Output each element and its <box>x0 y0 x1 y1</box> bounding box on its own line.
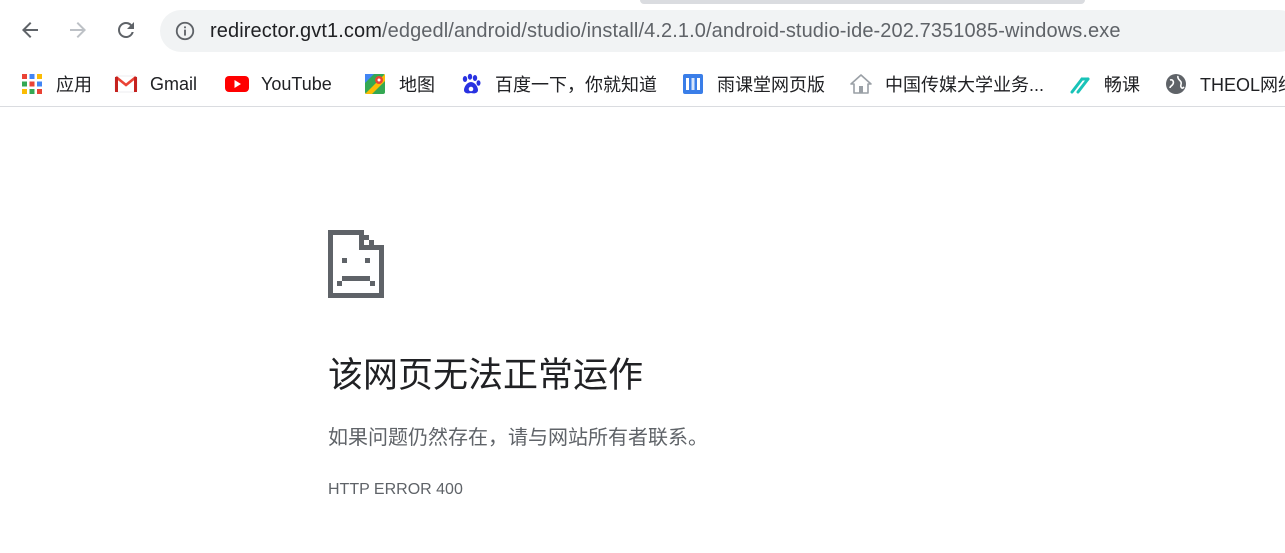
bookmark-yuketang[interactable]: 雨课堂网页版 <box>681 68 825 100</box>
bookmark-gmail[interactable]: Gmail <box>114 68 197 100</box>
error-title: 该网页无法正常运作 <box>328 356 644 395</box>
bookmark-changke[interactable]: 畅课 <box>1068 68 1140 100</box>
error-message: 如果问题仍然存在，请与网站所有者联系。 <box>328 427 708 449</box>
baidu-icon <box>459 72 483 96</box>
bookmark-baidu[interactable]: 百度一下，你就知道 <box>459 68 657 100</box>
url-path: /edgedl/android/studio/install/4.2.1.0/a… <box>381 20 1121 42</box>
address-bar[interactable]: redirector.gvt1.com/edgedl/android/studi… <box>160 10 1285 52</box>
url-text[interactable]: redirector.gvt1.com/edgedl/android/studi… <box>210 20 1121 42</box>
reload-icon <box>118 22 134 38</box>
gmail-icon <box>114 72 138 96</box>
error-code: HTTP ERROR 400 <box>328 481 463 498</box>
bookmark-cuc[interactable]: 中国传媒大学业务... <box>849 68 1044 100</box>
bookmark-label: 中国传媒大学业务... <box>885 75 1045 95</box>
apps-grid-icon <box>20 72 44 96</box>
changke-icon <box>1068 72 1092 96</box>
house-icon <box>849 72 873 96</box>
bookmark-label: 百度一下，你就知道 <box>495 75 657 95</box>
youtube-icon <box>225 72 249 96</box>
bookmark-maps[interactable]: 地图 <box>363 68 435 100</box>
bookmark-apps[interactable]: 应用 <box>20 68 92 100</box>
bookmark-label: Gmail <box>150 73 198 94</box>
info-icon[interactable] <box>174 20 196 42</box>
bookmark-theol[interactable]: THEOL网络 <box>1164 68 1285 100</box>
browser-toolbar: redirector.gvt1.com/edgedl/android/studi… <box>0 0 1285 62</box>
maps-icon <box>363 72 387 96</box>
sad-page-icon <box>328 230 384 298</box>
bookmark-label: 应用 <box>56 75 92 95</box>
bookmarks-bar: 应用 Gmail YouTube 地图 百度一下，你就知道 雨课堂网页版 中国传… <box>0 62 1285 107</box>
arrow-left-icon <box>22 22 38 38</box>
globe-icon <box>1164 72 1188 96</box>
arrow-right-icon <box>70 22 86 38</box>
forward-button[interactable] <box>62 14 94 46</box>
back-button[interactable] <box>14 14 46 46</box>
bookmark-label: 雨课堂网页版 <box>717 75 825 95</box>
tab-strip-edge <box>640 0 1085 4</box>
bookmark-label: YouTube <box>261 73 332 94</box>
url-host: redirector.gvt1.com <box>210 20 382 42</box>
bookmark-label: 畅课 <box>1104 75 1140 95</box>
reload-button[interactable] <box>110 14 142 46</box>
bookmark-label: 地图 <box>399 75 435 95</box>
bookmark-youtube[interactable]: YouTube <box>225 68 332 100</box>
bookmark-label: THEOL网络 <box>1200 75 1285 95</box>
yuketang-icon <box>681 72 705 96</box>
